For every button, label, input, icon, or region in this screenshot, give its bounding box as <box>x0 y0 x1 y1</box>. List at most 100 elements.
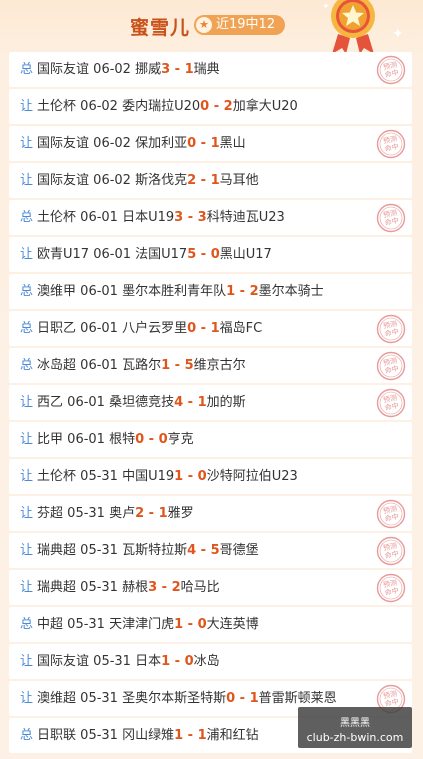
match-type: 总 <box>20 321 34 336</box>
home-team: 根特 <box>109 432 136 447</box>
home-score: 1 <box>174 469 184 484</box>
star-icon: ★ <box>196 17 212 33</box>
match-row[interactable]: 让欧青U17 06-01 法国U175 - 0黑山U17 <box>9 237 412 272</box>
record-text: 近19中12 <box>216 17 276 32</box>
match-row[interactable]: 让土伦杯 06-02 委内瑞拉U200 - 2加拿大U20 <box>9 89 412 124</box>
away-team: 黑山 <box>219 136 246 151</box>
match-type: 让 <box>20 247 34 262</box>
hit-stamp-icon: 预测命中 <box>376 388 406 418</box>
home-team: 斯洛伐克 <box>135 173 188 188</box>
match-row[interactable]: 让比甲 06-01 根特0 - 0亨克 <box>9 422 412 457</box>
away-team: 加拿大U20 <box>232 99 298 114</box>
score-separator: - <box>183 395 198 410</box>
record-badge: ★ 近19中12 <box>194 15 286 35</box>
match-text: 总日职联 05-31 冈山绿雉1 - 1浦和红钻 <box>20 718 259 753</box>
match-type: 让 <box>20 691 34 706</box>
away-team: 哥德堡 <box>219 543 259 558</box>
match-row[interactable]: 总国际友谊 06-02 挪威3 - 1瑞典 预测 命中 <box>9 52 412 87</box>
match-text: 让芬超 05-31 奥卢2 - 1雅罗 <box>20 496 194 531</box>
match-type: 让 <box>20 506 34 521</box>
away-team: 黑山U17 <box>219 247 272 262</box>
home-score: 2 <box>187 173 197 188</box>
hit-stamp-icon: 预测命中 <box>376 129 406 159</box>
match-row[interactable]: 总澳维甲 06-01 墨尔本胜利青年队1 - 2墨尔本骑士 <box>9 274 412 309</box>
away-score: 0 <box>184 654 194 669</box>
match-row[interactable]: 总土伦杯 06-01 日本U193 - 3科特迪瓦U23 预测 命中 <box>9 200 412 235</box>
league: 土伦杯 <box>37 210 77 225</box>
league: 中超 <box>37 617 64 632</box>
match-date: 05-31 <box>67 506 105 521</box>
home-score: 5 <box>187 247 197 262</box>
league: 澳维甲 <box>37 284 77 299</box>
match-row[interactable]: 总冰岛超 06-01 瓦路尔1 - 5维京古尔 预测 命中 <box>9 348 412 383</box>
score-separator: - <box>144 432 159 447</box>
match-type: 让 <box>20 654 34 669</box>
match-type: 总 <box>20 284 34 299</box>
match-row[interactable]: 让国际友谊 05-31 日本1 - 0冰岛 <box>9 644 412 679</box>
home-team: 瓦路尔 <box>122 358 162 373</box>
home-team: 委内瑞拉U20 <box>122 99 201 114</box>
match-row[interactable]: 总中超 05-31 天津津门虎1 - 0大连英博 <box>9 607 412 642</box>
match-row[interactable]: 让瑞典超 05-31 瓦斯特拉斯4 - 5哥德堡 预测 命中 <box>9 533 412 568</box>
match-date: 06-02 <box>93 173 131 188</box>
away-score: 1 <box>210 173 220 188</box>
match-date: 05-31 <box>80 543 118 558</box>
match-date: 06-01 <box>80 321 118 336</box>
match-text: 让欧青U17 06-01 法国U175 - 0黑山U17 <box>20 237 272 272</box>
score-separator: - <box>209 99 224 114</box>
league: 瑞典超 <box>37 543 77 558</box>
league: 澳维超 <box>37 691 77 706</box>
league: 国际友谊 <box>37 654 90 669</box>
away-score: 1 <box>210 136 220 151</box>
away-team: 大连英博 <box>206 617 259 632</box>
match-row[interactable]: 让瑞典超 05-31 赫根3 - 2哈马比 预测 命中 <box>9 570 412 605</box>
league: 国际友谊 <box>37 173 90 188</box>
home-team: 日本 <box>135 654 162 669</box>
league: 欧青U17 <box>37 247 90 262</box>
match-date: 05-31 <box>80 469 118 484</box>
home-team: 中国U19 <box>122 469 175 484</box>
home-team: 天津津门虎 <box>109 617 175 632</box>
score-separator: - <box>196 321 211 336</box>
match-type: 总 <box>20 728 34 743</box>
home-team: 八户云罗里 <box>122 321 188 336</box>
away-score: 1 <box>158 506 168 521</box>
match-row[interactable]: 总日职乙 06-01 八户云罗里0 - 1福岛FC 预测 命中 <box>9 311 412 346</box>
home-team: 桑坦德竞技 <box>109 395 175 410</box>
home-team: 奥卢 <box>109 506 136 521</box>
match-date: 05-31 <box>80 580 118 595</box>
match-row[interactable]: 让国际友谊 06-02 斯洛伐克2 - 1马耳他 <box>9 163 412 198</box>
score-separator: - <box>170 358 185 373</box>
match-text: 让国际友谊 06-02 保加利亚0 - 1黑山 <box>20 126 246 161</box>
match-date: 06-01 <box>80 210 118 225</box>
away-team: 科特迪瓦U23 <box>206 210 285 225</box>
hit-stamp-icon: 预测命中 <box>376 55 406 85</box>
home-team: 法国U17 <box>135 247 188 262</box>
expert-name: 蜜雪儿 <box>130 17 191 39</box>
hit-stamp-icon: 预测命中 <box>376 536 406 566</box>
away-score: 5 <box>184 358 194 373</box>
away-score: 0 <box>197 617 207 632</box>
home-score: 1 <box>226 284 236 299</box>
home-team: 圣奥尔本斯圣特斯 <box>122 691 227 706</box>
away-score: 1 <box>197 395 207 410</box>
league: 国际友谊 <box>37 62 90 77</box>
away-score: 0 <box>197 469 207 484</box>
score-separator: - <box>196 543 211 558</box>
match-date: 06-01 <box>80 284 118 299</box>
home-score: 3 <box>148 580 158 595</box>
away-team: 冰岛 <box>193 654 220 669</box>
hit-stamp-icon: 预测命中 <box>376 351 406 381</box>
match-row[interactable]: 让芬超 05-31 奥卢2 - 1雅罗 预测 命中 <box>9 496 412 531</box>
match-row[interactable]: 让西乙 06-01 桑坦德竞技4 - 1加的斯 预测 命中 <box>9 385 412 420</box>
away-team: 浦和红钻 <box>206 728 259 743</box>
match-row[interactable]: 让国际友谊 06-02 保加利亚0 - 1黑山 预测 命中 <box>9 126 412 161</box>
home-score: 4 <box>174 395 184 410</box>
score-separator: - <box>235 691 250 706</box>
score-separator: - <box>183 728 198 743</box>
away-team: 加的斯 <box>206 395 246 410</box>
match-type: 总 <box>20 358 34 373</box>
match-row[interactable]: 让土伦杯 05-31 中国U191 - 0沙特阿拉伯U23 <box>9 459 412 494</box>
home-score: 1 <box>161 358 171 373</box>
match-text: 让国际友谊 05-31 日本1 - 0冰岛 <box>20 644 220 679</box>
